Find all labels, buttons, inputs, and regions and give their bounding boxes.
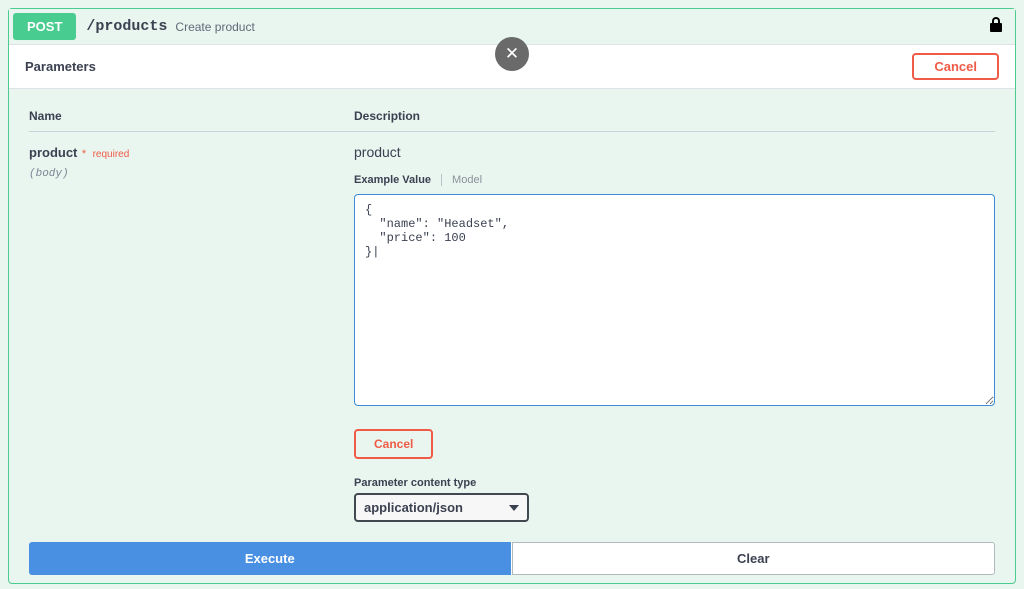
operation-block: POST /products Create product Parameters… (8, 8, 1016, 584)
parameters-panel: Name Description product * required (bod… (9, 89, 1015, 542)
body-tabs: Example Value Model (354, 174, 995, 186)
required-star-icon: * (82, 148, 86, 160)
parameter-name: product (29, 145, 77, 160)
parameter-name-line: product * required (29, 144, 354, 162)
tab-model[interactable]: Model (442, 174, 482, 186)
required-text: required (93, 149, 130, 160)
action-buttons-row: Execute Clear (29, 542, 995, 575)
parameters-table-header: Name Description (29, 109, 995, 132)
cancel-button[interactable]: Cancel (912, 53, 999, 80)
parameters-label: Parameters (25, 59, 96, 74)
parameter-description-cell: product Example Value Model Cancel Param… (354, 144, 995, 522)
column-header-description: Description (354, 109, 995, 123)
endpoint-path: /products (86, 18, 167, 35)
content-type-select[interactable]: application/json (354, 493, 529, 522)
parameter-description: product (354, 144, 995, 160)
lock-icon[interactable] (989, 16, 1003, 37)
column-header-name: Name (29, 109, 354, 123)
http-method-badge: POST (13, 13, 76, 40)
parameter-name-cell: product * required (body) (29, 144, 354, 522)
request-body-textarea[interactable] (354, 194, 995, 406)
content-type-label: Parameter content type (354, 477, 995, 489)
parameters-header-bar: Parameters ✕ Cancel (9, 44, 1015, 89)
execute-button[interactable]: Execute (29, 542, 512, 575)
parameter-in: (body) (29, 168, 354, 180)
clear-button[interactable]: Clear (512, 542, 996, 575)
close-icon[interactable]: ✕ (495, 37, 529, 71)
tab-example-value[interactable]: Example Value (354, 174, 442, 186)
endpoint-description: Create product (175, 20, 254, 34)
body-cancel-button[interactable]: Cancel (354, 429, 433, 459)
content-type-select-wrapper: application/json (354, 493, 529, 522)
parameter-row: product * required (body) product Exampl… (29, 144, 995, 522)
